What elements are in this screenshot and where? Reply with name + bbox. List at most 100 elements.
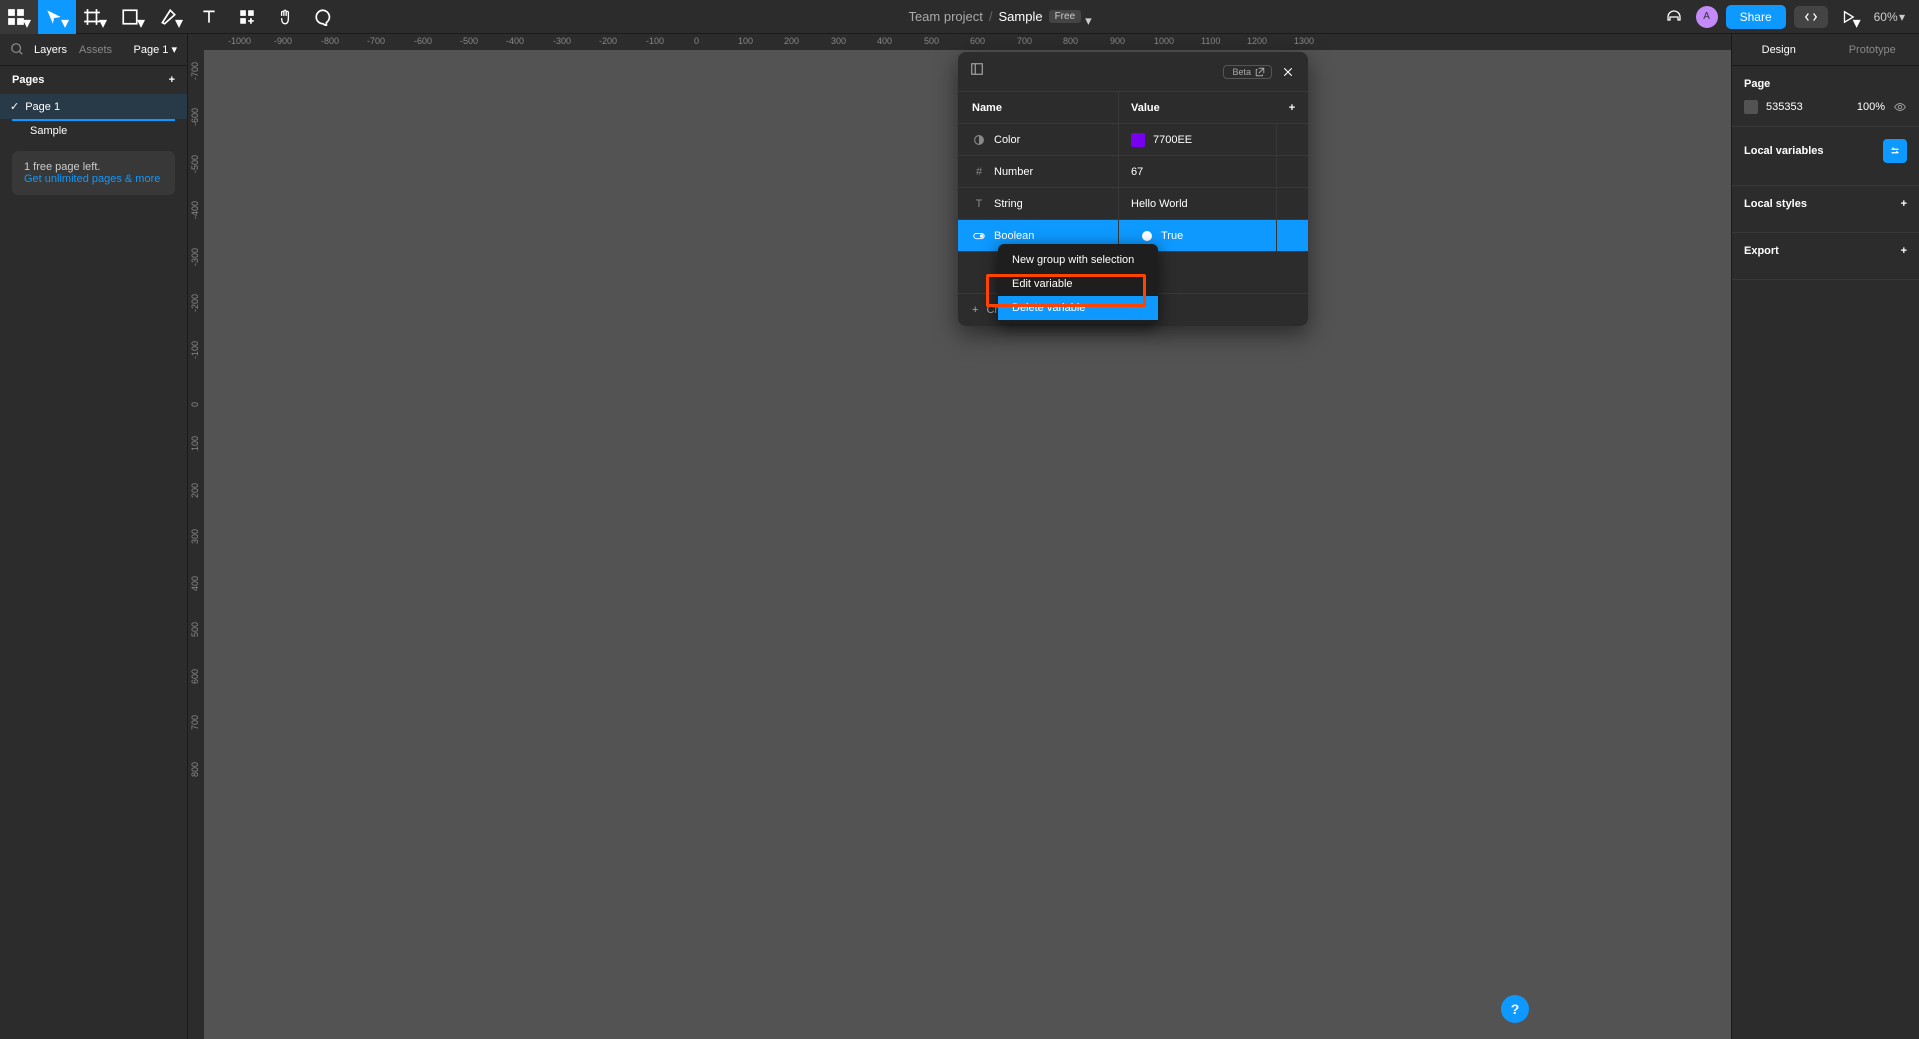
help-button[interactable]: ? xyxy=(1501,995,1529,1023)
boolean-type-icon xyxy=(972,229,986,243)
ruler-tick: 1000 xyxy=(1154,36,1174,46)
page-selector[interactable]: Page 1 ▾ xyxy=(134,43,177,56)
add-page-button[interactable]: + xyxy=(169,74,175,86)
close-button[interactable] xyxy=(1280,64,1296,80)
toolbar-right: A Share ▾ 60% ▾ xyxy=(1660,3,1919,31)
external-link-icon xyxy=(1255,67,1265,77)
hand-tool[interactable] xyxy=(266,0,304,34)
ruler-tick: -600 xyxy=(190,108,200,126)
ruler-tick: 800 xyxy=(190,762,200,777)
ruler-tick: 100 xyxy=(738,36,753,46)
ruler-tick: -700 xyxy=(190,62,200,80)
variable-row-number[interactable]: # Number 67 xyxy=(958,156,1308,188)
avatar[interactable]: A xyxy=(1696,6,1718,28)
variable-row-string[interactable]: T String Hello World xyxy=(958,188,1308,220)
dev-mode-toggle[interactable] xyxy=(1794,6,1828,28)
toolbar-left: ▾ ▾ ▾ ▾ ▾ xyxy=(0,0,342,33)
ruler-tick: 1300 xyxy=(1294,36,1314,46)
context-menu: New group with selection Edit variable D… xyxy=(998,244,1158,324)
text-tool[interactable] xyxy=(190,0,228,34)
right-panel-tabs: Design Prototype xyxy=(1732,34,1919,66)
menu-edit-variable[interactable]: Edit variable xyxy=(998,272,1158,296)
canvas[interactable]: -1000-900-800-700-600-500-400-300-200-10… xyxy=(188,34,1731,1039)
toggle-switch[interactable] xyxy=(1131,230,1153,242)
menu-new-group[interactable]: New group with selection xyxy=(998,248,1158,272)
shape-tool[interactable]: ▾ xyxy=(114,0,152,34)
ruler-corner xyxy=(188,34,204,50)
promo-link[interactable]: Get unlimited pages & more xyxy=(24,173,163,185)
open-variables-button[interactable] xyxy=(1883,139,1907,163)
tab-assets[interactable]: Assets xyxy=(79,44,112,56)
ruler-tick: 1200 xyxy=(1247,36,1267,46)
ruler-tick: -800 xyxy=(321,36,339,46)
zoom-level[interactable]: 60% ▾ xyxy=(1874,10,1907,24)
ruler-tick: 400 xyxy=(190,576,200,591)
ruler-tick: 700 xyxy=(1017,36,1032,46)
ruler-tick: 1100 xyxy=(1201,36,1220,46)
tab-design[interactable]: Design xyxy=(1732,34,1826,65)
page-item[interactable]: ✓ Page 1 xyxy=(0,94,187,119)
sidebar-toggle-icon[interactable] xyxy=(970,62,984,81)
background-opacity-value: 100% xyxy=(1857,101,1885,113)
ruler-tick: 500 xyxy=(924,36,939,46)
beta-badge[interactable]: Beta xyxy=(1223,65,1272,79)
plus-icon: + xyxy=(972,304,978,316)
chevron-down-icon: ▾ xyxy=(175,13,183,21)
ruler-tick: 600 xyxy=(190,669,200,684)
ruler-tick: 900 xyxy=(1110,36,1125,46)
promo-line1: 1 free page left. xyxy=(24,161,163,173)
add-export-button[interactable]: + xyxy=(1901,245,1907,257)
local-styles-label: Local styles xyxy=(1744,198,1807,210)
chevron-down-icon: ▾ xyxy=(1853,13,1861,21)
top-toolbar: ▾ ▾ ▾ ▾ ▾ Team project xyxy=(0,0,1919,34)
frame-tool[interactable]: ▾ xyxy=(76,0,114,34)
ruler-tick: 300 xyxy=(831,36,846,46)
ruler-tick: 100 xyxy=(190,436,200,451)
ruler-tick: -400 xyxy=(506,36,524,46)
resources-button[interactable] xyxy=(228,0,266,34)
ruler-tick: 200 xyxy=(190,483,200,498)
ruler-tick: -200 xyxy=(599,36,617,46)
ruler-tick: 600 xyxy=(970,36,985,46)
ruler-tick: -300 xyxy=(553,36,571,46)
export-label: Export xyxy=(1744,245,1779,257)
chevron-down-icon[interactable]: ▾ xyxy=(1085,13,1093,21)
audio-button[interactable] xyxy=(1660,3,1688,31)
background-row[interactable]: 535353 100% xyxy=(1744,100,1907,114)
add-style-button[interactable]: + xyxy=(1901,198,1907,210)
variable-row-color[interactable]: Color 7700EE xyxy=(958,124,1308,156)
layer-item[interactable]: Sample xyxy=(0,119,187,143)
ruler-tick: -1000 xyxy=(228,36,251,46)
vertical-ruler: -700-600-500-400-300-200-100010020030040… xyxy=(188,50,204,1039)
present-button[interactable]: ▾ xyxy=(1836,10,1866,24)
background-color-value: 535353 xyxy=(1766,101,1803,113)
move-tool[interactable]: ▾ xyxy=(38,0,76,34)
eye-icon[interactable] xyxy=(1893,100,1907,114)
team-name[interactable]: Team project xyxy=(908,9,982,24)
background-swatch xyxy=(1744,100,1758,114)
horizontal-ruler: -1000-900-800-700-600-500-400-300-200-10… xyxy=(204,34,1731,50)
comment-tool[interactable] xyxy=(304,0,342,34)
ruler-tick: -100 xyxy=(190,341,200,359)
color-swatch xyxy=(1131,133,1145,147)
tab-layers[interactable]: Layers xyxy=(34,44,67,56)
upgrade-promo[interactable]: 1 free page left. Get unlimited pages & … xyxy=(12,151,175,195)
file-name[interactable]: Sample xyxy=(999,9,1043,24)
menu-button[interactable]: ▾ xyxy=(0,0,38,34)
pen-tool[interactable]: ▾ xyxy=(152,0,190,34)
tab-prototype[interactable]: Prototype xyxy=(1826,34,1919,65)
menu-delete-variable[interactable]: Delete variable xyxy=(998,296,1158,320)
variables-columns-header: Name Value + xyxy=(958,92,1308,124)
variables-panel: Beta Name Value + C xyxy=(958,52,1308,326)
add-column-button[interactable]: + xyxy=(1276,102,1308,114)
share-button[interactable]: Share xyxy=(1726,5,1786,29)
ruler-tick: -500 xyxy=(190,155,200,173)
chevron-down-icon: ▾ xyxy=(23,13,31,21)
page-section-header: Page xyxy=(1744,78,1907,90)
ruler-tick: 400 xyxy=(877,36,892,46)
search-icon[interactable] xyxy=(10,42,26,58)
chevron-down-icon: ▾ xyxy=(99,13,107,21)
variables-header: Beta xyxy=(958,52,1308,92)
ruler-tick: -100 xyxy=(646,36,664,46)
ruler-tick: -200 xyxy=(190,294,200,312)
